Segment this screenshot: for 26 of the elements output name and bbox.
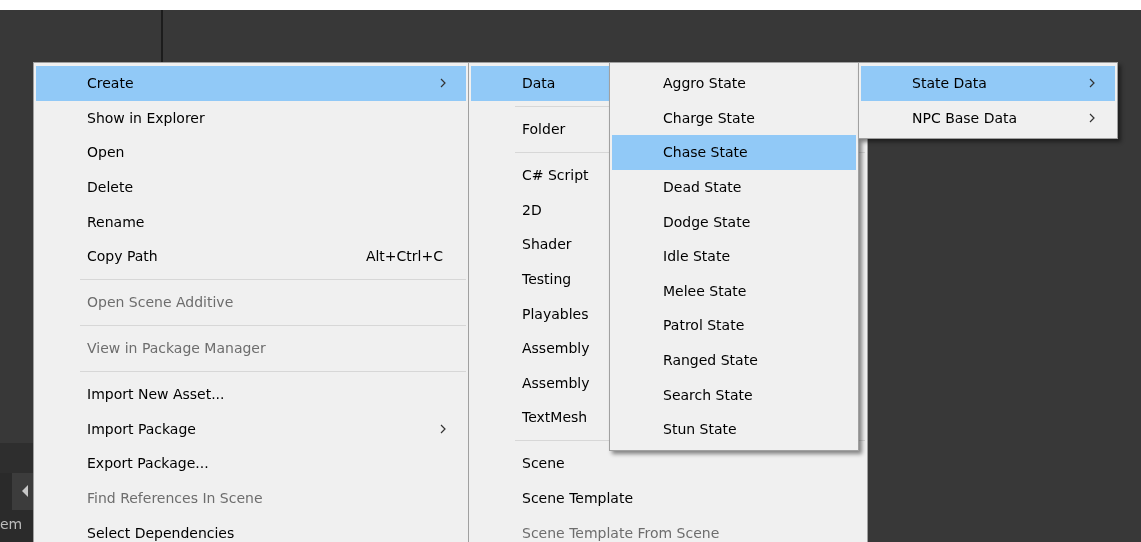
menu-item[interactable]: Charge State bbox=[612, 100, 856, 136]
menu-item[interactable]: Search State bbox=[612, 377, 856, 412]
menu-item[interactable]: Dead State bbox=[612, 169, 856, 205]
menu-item[interactable]: Import New Asset... bbox=[36, 376, 466, 412]
menu-item[interactable]: Idle State bbox=[612, 238, 856, 274]
truncated-label: em bbox=[0, 516, 23, 532]
menu-item[interactable]: Ranged State bbox=[612, 342, 856, 378]
menu-item[interactable]: Chase State bbox=[612, 135, 856, 170]
menu-item[interactable]: Aggro State bbox=[612, 66, 856, 101]
menu-item[interactable]: Copy Path Alt+Ctrl+C bbox=[36, 238, 466, 274]
menu-item[interactable]: Show in Explorer bbox=[36, 100, 466, 136]
menu-item[interactable]: State Data bbox=[861, 66, 1115, 101]
menu-item[interactable]: Open bbox=[36, 135, 466, 170]
left-triangle-icon[interactable] bbox=[22, 485, 28, 497]
menu-item[interactable]: Melee State bbox=[612, 273, 856, 309]
menu-item[interactable]: Delete bbox=[36, 169, 466, 205]
menu-item[interactable]: Stun State bbox=[612, 411, 856, 447]
menu-item[interactable]: Create bbox=[36, 66, 466, 101]
menu-item[interactable]: Scene Template bbox=[471, 480, 865, 516]
menu-item[interactable]: Export Package... bbox=[36, 446, 466, 481]
menu-item[interactable]: NPC Base Data bbox=[861, 100, 1115, 136]
menu-item[interactable]: Patrol State bbox=[612, 308, 856, 343]
menu-item[interactable]: Import Package bbox=[36, 411, 466, 447]
menu-item[interactable]: Dodge State bbox=[612, 204, 856, 239]
menu-item[interactable]: Select Dependencies bbox=[36, 515, 466, 542]
menu-item[interactable]: Rename bbox=[36, 204, 466, 239]
